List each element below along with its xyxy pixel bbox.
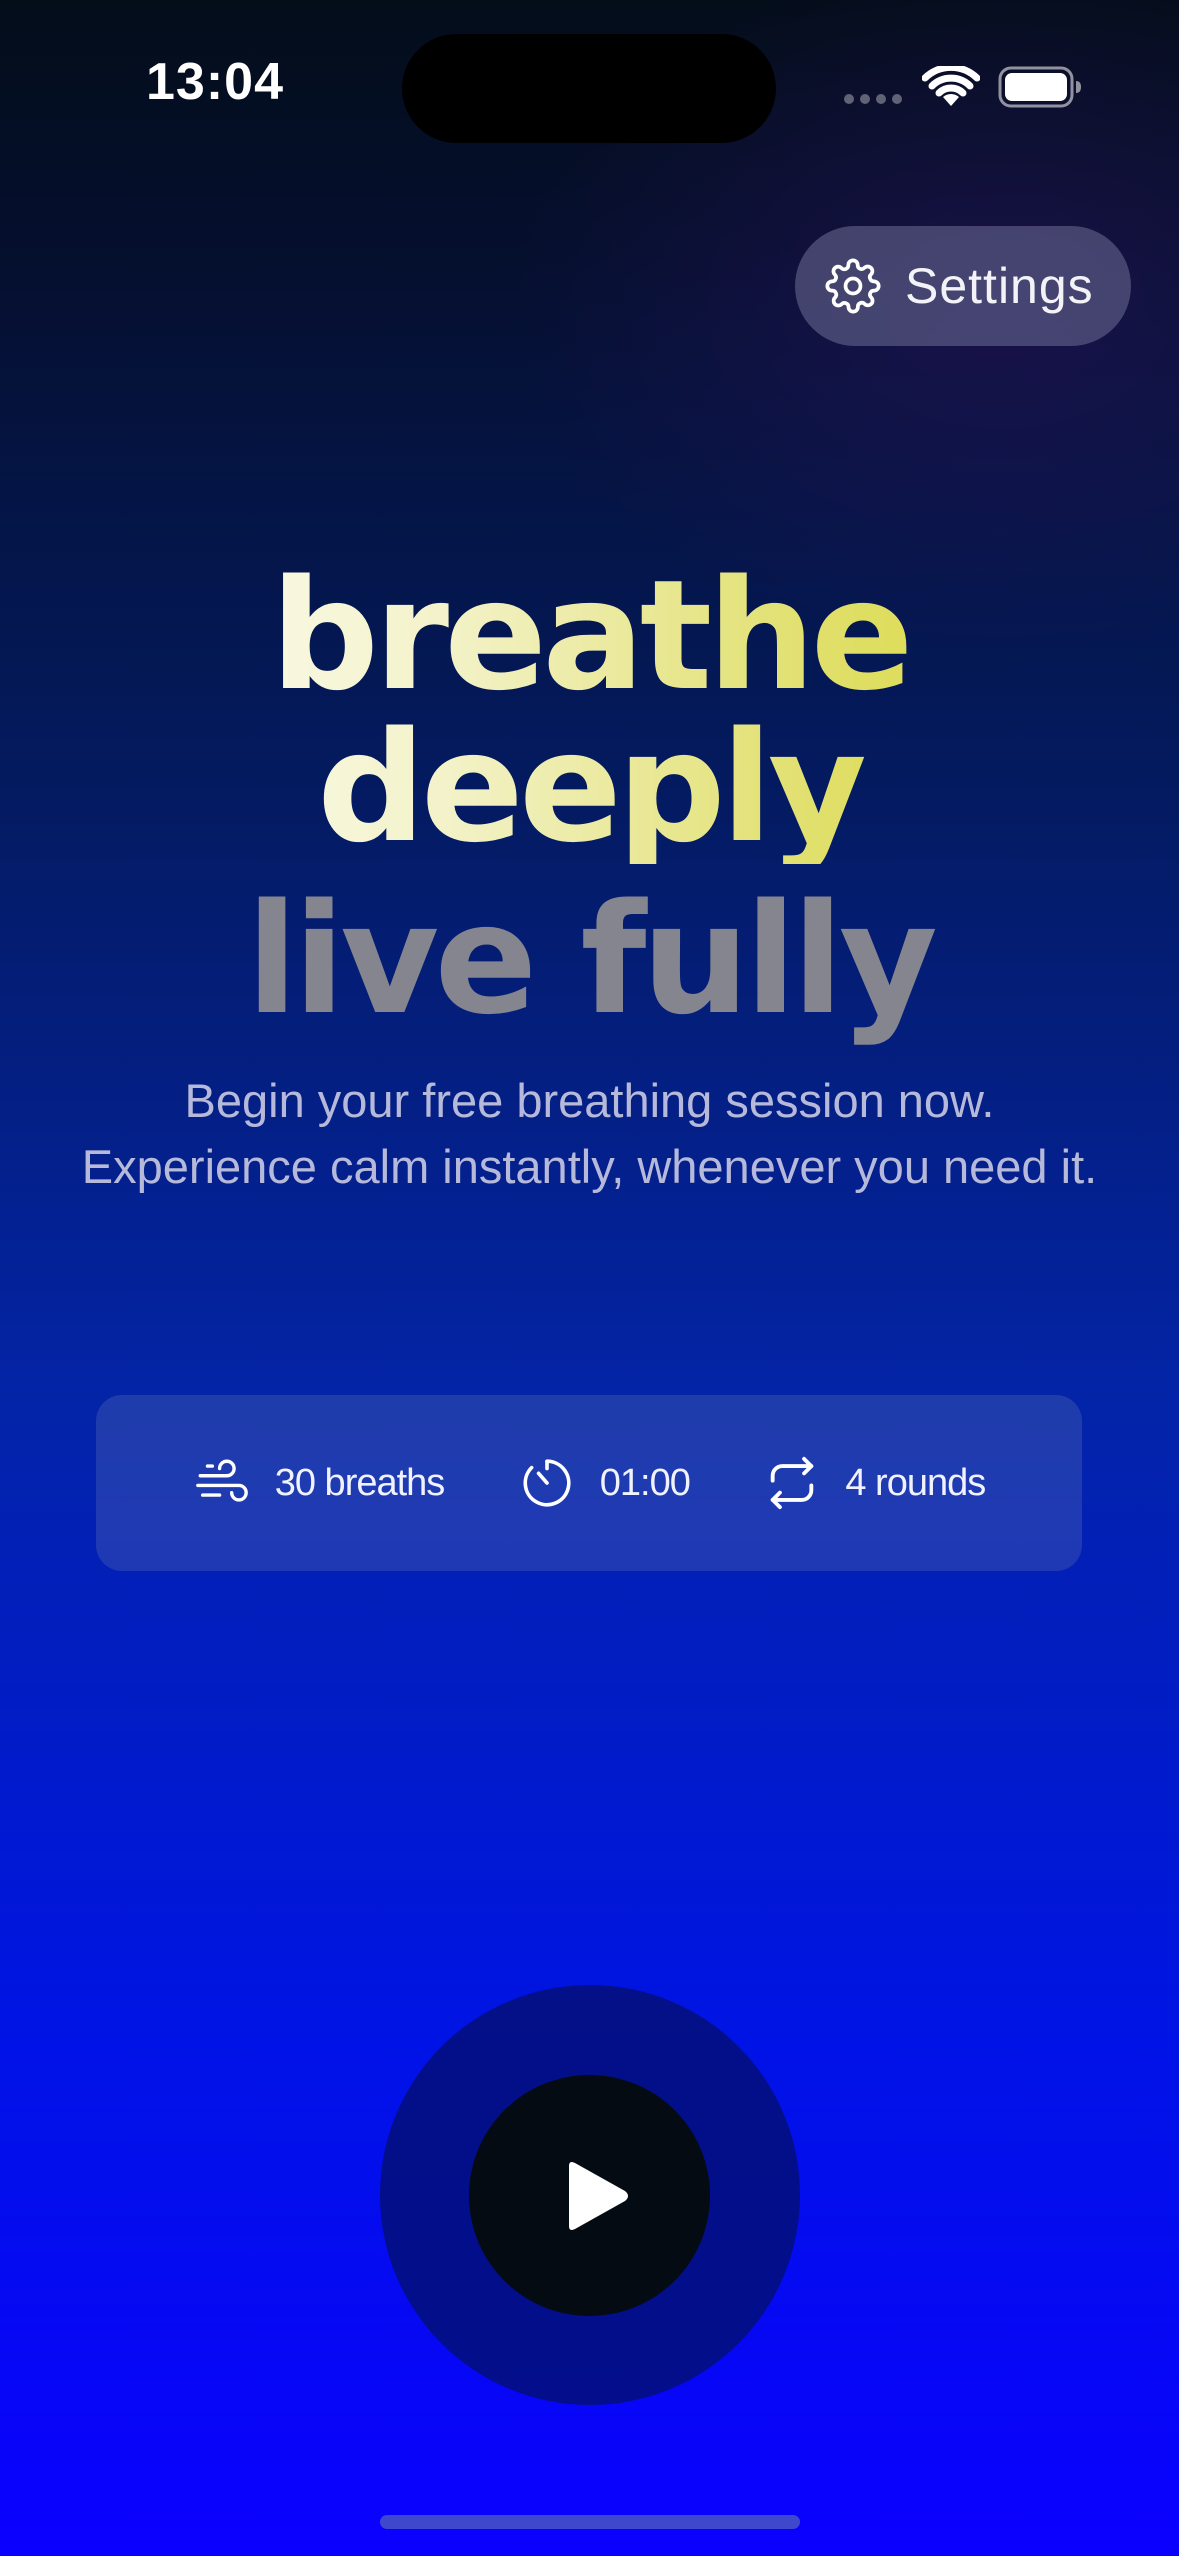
gear-icon <box>825 258 881 314</box>
stat-rounds-label: 4 rounds <box>845 1461 986 1504</box>
timer-icon <box>523 1459 571 1507</box>
settings-label: Settings <box>905 258 1094 314</box>
headline-secondary: live fully <box>246 871 938 1048</box>
stat-duration: 01:00 <box>518 1454 691 1512</box>
wifi-icon <box>922 66 980 106</box>
dynamic-island <box>402 34 776 143</box>
repeat-icon <box>771 1456 814 1510</box>
headline-primary: breathe deeply <box>0 560 1179 864</box>
headline: breathe deeply live fully <box>0 560 1179 1036</box>
subtitle-line-2: Experience calm instantly, whenever you … <box>81 1140 1098 1193</box>
home-indicator[interactable] <box>380 2515 800 2529</box>
status-bar-time: 13:04 <box>146 53 284 111</box>
settings-button[interactable]: Settings <box>795 226 1131 346</box>
wind-icon <box>195 1459 248 1502</box>
play-button[interactable] <box>469 2075 710 2316</box>
play-icon <box>568 2161 628 2230</box>
stat-breaths: 30 breaths <box>193 1454 445 1512</box>
stat-duration-label: 01:00 <box>599 1461 691 1504</box>
session-stats-card: 30 breaths 01:00 4 rounds <box>96 1395 1082 1571</box>
stat-breaths-label: 30 breaths <box>274 1461 446 1504</box>
cellular-signal-icon <box>844 94 904 106</box>
battery-icon <box>998 66 1081 108</box>
stat-rounds: 4 rounds <box>763 1454 986 1512</box>
subtitle: Begin your free breathing session now. E… <box>0 1068 1179 1200</box>
subtitle-line-1: Begin your free breathing session now. <box>184 1074 995 1127</box>
